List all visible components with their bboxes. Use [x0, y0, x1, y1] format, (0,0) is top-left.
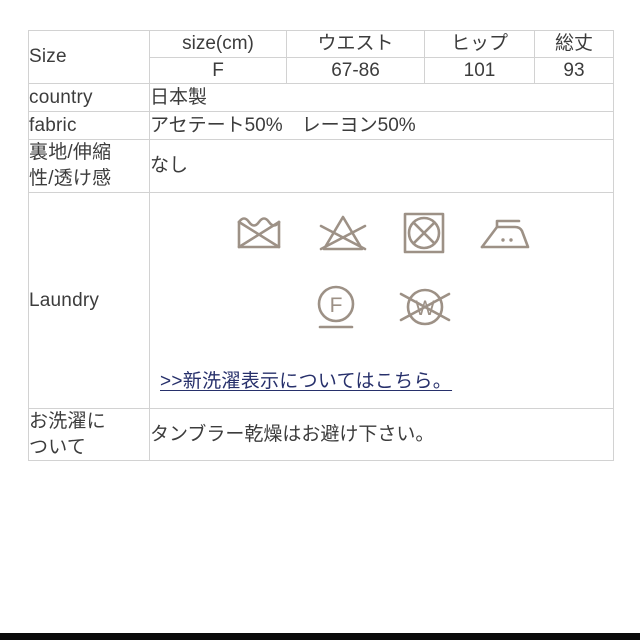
table-row-laundry: Laundry F W >>新洗濯表示についてはこちら。: [28, 191, 614, 410]
laundry-symbol-row-2: F W: [150, 281, 613, 333]
table-row-fabric: fabric アセテート50% レーヨン50%: [28, 111, 614, 141]
product-spec-table: Size size(cm) ウエスト ヒップ 総丈 F 67-86 101 93…: [28, 29, 614, 462]
row-label-country: country: [28, 83, 150, 113]
row-value-lining: なし: [149, 139, 614, 193]
wetclean-letter: W: [415, 297, 435, 320]
dryclean-letter: F: [329, 294, 342, 317]
size-value-size-cm: F: [149, 56, 287, 85]
do-not-wetclean-icon: W: [399, 288, 450, 325]
care-link-container: >>新洗濯表示についてはこちら。: [150, 369, 613, 395]
table-row-care: お洗濯に ついて タンブラー乾燥はお避け下さい。: [28, 408, 614, 462]
table-row-country: country 日本製: [28, 83, 614, 113]
row-label-care: お洗濯に ついて: [28, 408, 150, 462]
laundry-symbol-row-1: [150, 209, 613, 257]
do-not-wash-icon: [237, 216, 280, 248]
size-value-hip: 101: [424, 56, 535, 85]
row-label-fabric: fabric: [28, 111, 150, 141]
new-care-label-link[interactable]: >>新洗濯表示についてはこちら。: [160, 371, 452, 392]
table-row-lining: 裏地/伸縮 性/透け感 なし: [28, 139, 614, 193]
table-row-size-headers: Size size(cm) ウエスト ヒップ 総丈: [28, 29, 614, 85]
row-value-care: タンブラー乾燥はお避け下さい。: [149, 408, 614, 462]
row-value-country: 日本製: [149, 83, 614, 113]
size-value-total-length: 93: [534, 56, 614, 85]
dryclean-petroleum-icon: F: [317, 285, 354, 328]
row-value-laundry: F W >>新洗濯表示についてはこちら。: [149, 191, 614, 410]
laundry-symbols-panel: F W >>新洗濯表示についてはこちら。: [150, 193, 613, 409]
bottom-edge-bar: [0, 633, 640, 640]
iron-medium-icon: [480, 219, 529, 248]
row-label-laundry: Laundry: [28, 191, 150, 410]
size-header-size-cm: size(cm): [149, 30, 287, 58]
tumble-dry-icon: [403, 212, 444, 253]
row-label-lining: 裏地/伸縮 性/透け感: [28, 139, 150, 193]
size-header-hip: ヒップ: [424, 30, 535, 58]
size-header-total-length: 総丈: [534, 30, 614, 58]
size-header-waist: ウエスト: [286, 30, 425, 58]
do-not-bleach-icon: [319, 215, 366, 250]
size-value-waist: 67-86: [286, 56, 425, 85]
row-value-fabric: アセテート50% レーヨン50%: [149, 111, 614, 141]
row-label-size: Size: [28, 29, 150, 85]
